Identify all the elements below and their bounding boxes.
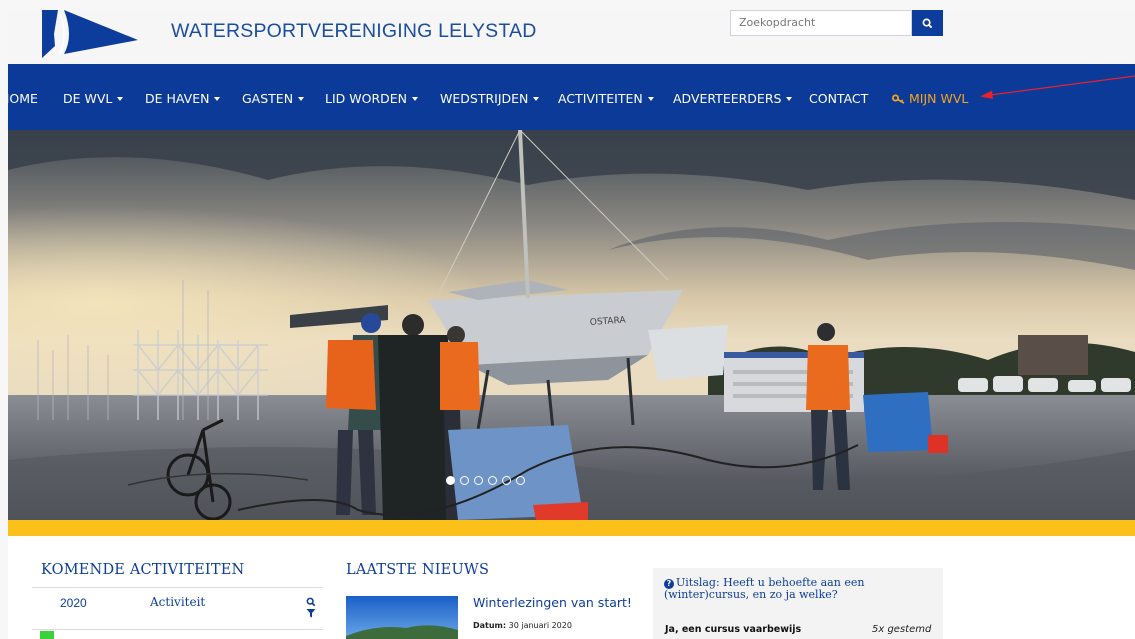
search-icon[interactable] xyxy=(306,597,316,607)
page: WATERSPORTVERENIGING LELYSTAD Zoekopdrac… xyxy=(8,10,1135,639)
status-indicator xyxy=(40,631,54,639)
site-header: WATERSPORTVERENIGING LELYSTAD Zoekopdrac… xyxy=(8,10,1135,64)
search-button[interactable] xyxy=(912,10,943,36)
activities-tools xyxy=(306,597,316,618)
hero-image: OSTARA xyxy=(8,130,1135,520)
slider-dot[interactable] xyxy=(446,476,455,485)
poll-question-text: Uitslag: Heeft u behoefte aan een (winte… xyxy=(664,576,865,601)
divider xyxy=(32,629,323,630)
wvl-logo[interactable] xyxy=(38,10,144,58)
poll-vote-count: 5x gestemd xyxy=(872,624,932,635)
news-thumbnail[interactable] xyxy=(346,596,458,639)
slider-dot[interactable] xyxy=(460,476,469,485)
activities-title: KOMENDE ACTIVITEITEN xyxy=(41,562,245,578)
site-title[interactable]: WATERSPORTVERENIGING LELYSTAD xyxy=(171,20,537,43)
divider xyxy=(32,587,323,588)
activities-year[interactable]: 2020 xyxy=(60,596,87,610)
search-icon xyxy=(922,18,933,28)
hero-slider[interactable]: OSTARA xyxy=(8,130,1135,520)
slider-dot[interactable] xyxy=(474,476,483,485)
slider-pagination xyxy=(446,476,525,485)
slider-dot[interactable] xyxy=(516,476,525,485)
main-nav: HOME DE WVL DE HAVEN GASTEN LID WORDEN W… xyxy=(8,64,1135,130)
search-input[interactable]: Zoekopdracht xyxy=(730,10,912,36)
news-title: LAATSTE NIEUWS xyxy=(346,562,490,578)
date-label: Datum: xyxy=(473,621,507,630)
annotation-arrow xyxy=(980,75,1135,99)
poll-option: Ja, een cursus vaarbewijs xyxy=(665,624,802,635)
activities-column-label: Activiteit xyxy=(150,595,206,609)
news-item-title[interactable]: Winterlezingen van start! xyxy=(473,595,632,610)
slider-dot[interactable] xyxy=(488,476,497,485)
slider-dot[interactable] xyxy=(502,476,511,485)
filter-icon[interactable] xyxy=(306,608,316,618)
accent-band xyxy=(8,520,1135,536)
poll-question: ? Uitslag: Heeft u behoefte aan een (wint… xyxy=(664,577,904,601)
news-item-date: Datum: 30 januari 2020 xyxy=(473,621,572,630)
date-value: 30 januari 2020 xyxy=(508,621,572,630)
